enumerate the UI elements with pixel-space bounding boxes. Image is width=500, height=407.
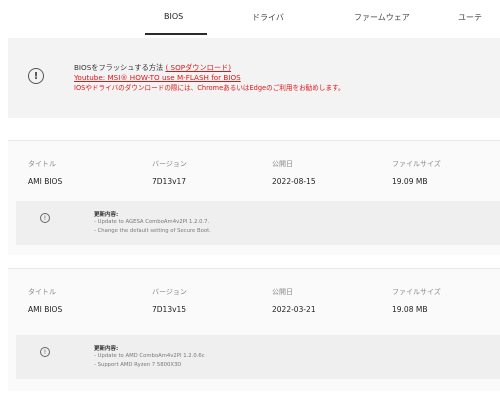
changelog-line: - Update to AGESA ComboAm4v2PI 1.2.0.7. [94,219,210,225]
column-header-version: バージョン [152,288,187,296]
column-header-title: タイトル [28,288,56,296]
bios-date: 2022-03-21 [272,305,316,314]
tab-firmware[interactable]: ファームウェア [354,12,410,23]
active-tab-indicator [145,33,207,35]
column-header-title: タイトル [28,160,56,168]
bios-version: 7D13v15 [152,305,187,314]
column-header-size: ファイルサイズ [392,288,441,296]
changelog-line: - Change the default setting of Secure B… [94,228,211,234]
changelog-panel: ! 更新内容: - Update to AGESA ComboAm4v2PI 1… [16,201,500,245]
changelog-line: - Update to AMD ComboAm4v2PI 1.2.0.6c [94,353,205,359]
bios-size: 19.08 MB [392,305,428,314]
alert-icon: ! [28,68,44,84]
column-header-date: 公開日 [272,288,293,296]
browser-recommendation: IOSやドライバのダウンロードの際には、ChromeあるいはEdgeのご利用をお… [74,84,345,92]
bios-item: タイトル バージョン 公開日 ファイルサイズ AMI BIOS 7D13v17 … [8,140,500,255]
sop-download-link[interactable]: ( SOPダウンロード) [165,63,231,72]
tab-drivers[interactable]: ドライバ [252,12,284,23]
youtube-link[interactable]: Youtube: MSI® HOW-TO use M-FLASH for BIO… [74,73,241,83]
bios-title: AMI BIOS [28,305,63,314]
bios-title: AMI BIOS [28,177,63,186]
bios-notice: ! BIOSをフラッシュする方法 ( SOPダウンロード) Youtube: M… [8,38,500,118]
notice-flash-text: BIOSをフラッシュする方法 [74,63,164,72]
changelog-title: 更新内容: [94,346,119,352]
changelog-title: 更新内容: [94,212,119,218]
tab-utilities[interactable]: ユーテ [458,12,482,23]
column-header-date: 公開日 [272,160,293,168]
bios-date: 2022-08-15 [272,177,316,186]
bios-size: 19.09 MB [392,177,428,186]
info-icon: ! [40,347,50,357]
tab-bar: BIOS ドライバ ファームウェア ユーテ [0,0,500,38]
bios-version: 7D13v17 [152,177,187,186]
tab-bios[interactable]: BIOS [164,12,183,21]
column-header-size: ファイルサイズ [392,160,441,168]
changelog-line: - Support AMD Ryzen 7 5800X3D [94,362,182,368]
info-icon: ! [40,213,50,223]
notice-flash-howto: BIOSをフラッシュする方法 ( SOPダウンロード) [74,63,231,73]
changelog-panel: ! 更新内容: - Update to AMD ComboAm4v2PI 1.2… [16,335,500,379]
column-header-version: バージョン [152,160,187,168]
bios-item: タイトル バージョン 公開日 ファイルサイズ AMI BIOS 7D13v15 … [8,268,500,391]
